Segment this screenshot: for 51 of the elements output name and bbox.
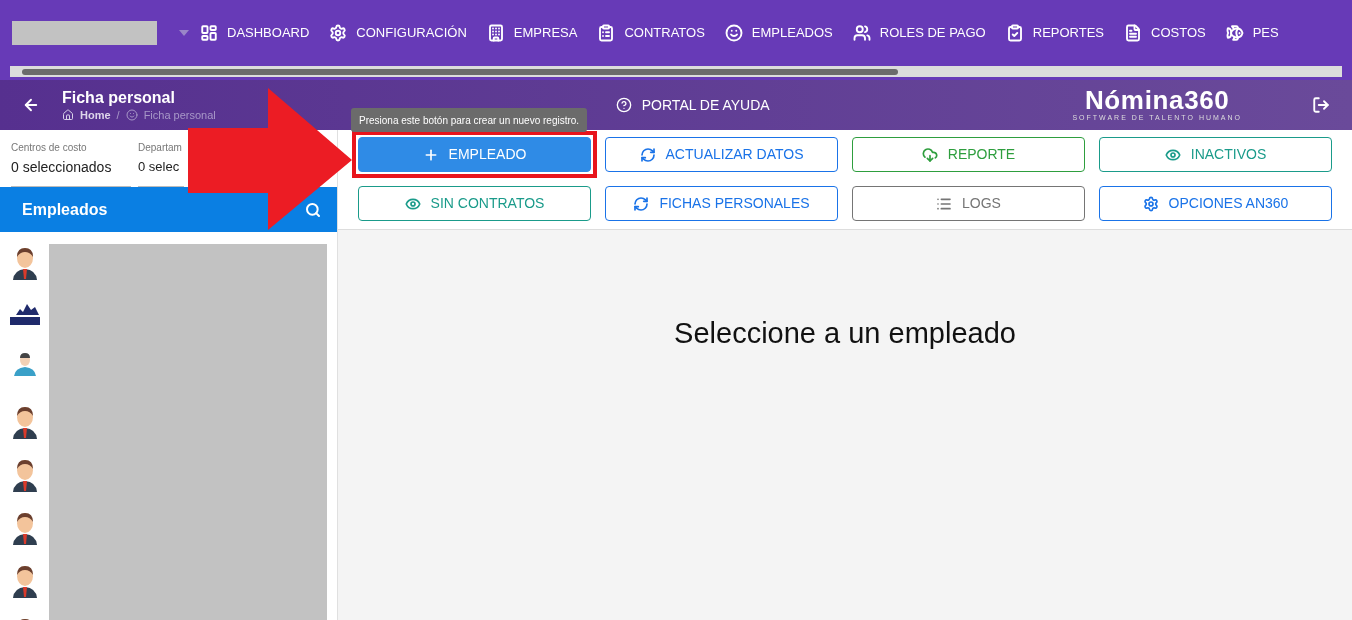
action-button[interactable]: OPCIONES AN360 — [1099, 186, 1332, 221]
clipboard-icon — [597, 24, 616, 42]
nav-link[interactable]: REPORTES — [1005, 23, 1105, 43]
face-icon — [125, 109, 138, 121]
nav-link[interactable]: CONTRATOS — [597, 23, 705, 43]
fish-icon — [1225, 24, 1244, 42]
action-button[interactable]: INACTIVOS — [1099, 137, 1332, 172]
home-icon — [62, 109, 74, 121]
refresh-icon — [633, 195, 650, 212]
person-avatar-icon — [11, 564, 38, 598]
help-icon — [615, 97, 632, 113]
panel-title: Empleados — [22, 199, 108, 220]
horizontal-scrollbar[interactable] — [10, 66, 1342, 77]
nav-link[interactable]: PES — [1225, 23, 1279, 43]
empty-state-message: Seleccione a un empleado — [674, 316, 1016, 351]
person-avatar-icon — [11, 511, 38, 545]
dashboard-icon — [200, 24, 218, 42]
settings-icon — [1142, 195, 1159, 212]
nav-link[interactable]: EMPLEADOS — [724, 23, 833, 43]
cloud-download-icon — [921, 146, 938, 163]
clipboard-icon — [1005, 24, 1024, 42]
person-avatar-icon — [11, 458, 38, 492]
person-avatar-icon — [11, 246, 38, 280]
breadcrumb-link[interactable]: Home — [80, 108, 111, 122]
nav-link[interactable]: CONFIGURACIÓN — [329, 23, 467, 43]
nav-link[interactable]: COSTOS — [1124, 23, 1206, 43]
nav-link[interactable]: DASHBOARD — [200, 23, 310, 43]
action-button[interactable]: LOGS — [852, 186, 1085, 221]
person-avatar-icon — [11, 405, 38, 439]
agent-avatar-icon — [12, 352, 37, 376]
brand-logo: Nómina360 — [1084, 86, 1230, 113]
breadcrumb-current: Ficha personal — [143, 108, 216, 122]
dropdown-caret-icon[interactable] — [179, 30, 189, 36]
tooltip: Presiona este botón para crear un nuevo registro. — [351, 108, 588, 132]
nav-link[interactable]: EMPRESA — [486, 23, 578, 43]
breadcrumb-separator: / — [116, 108, 120, 122]
face-icon — [724, 24, 743, 42]
document-icon — [1124, 24, 1143, 42]
refresh-icon — [639, 146, 656, 163]
action-button[interactable]: SIN CONTRATOS — [358, 186, 591, 221]
building-icon — [486, 24, 505, 42]
page-title: Ficha personal — [62, 88, 176, 108]
logout-icon[interactable] — [1312, 96, 1330, 114]
action-button[interactable]: ACTUALIZAR DATOS — [605, 137, 838, 172]
nav-link[interactable]: ROLES DE PAGO — [852, 23, 986, 43]
search-icon[interactable] — [305, 201, 321, 218]
help-portal-link[interactable]: PORTAL DE AYUDA — [641, 94, 770, 116]
people-icon — [852, 24, 871, 42]
action-button[interactable]: EMPLEADO — [358, 137, 591, 172]
action-button[interactable]: FICHAS PERSONALES — [605, 186, 838, 221]
settings-icon — [329, 24, 348, 42]
